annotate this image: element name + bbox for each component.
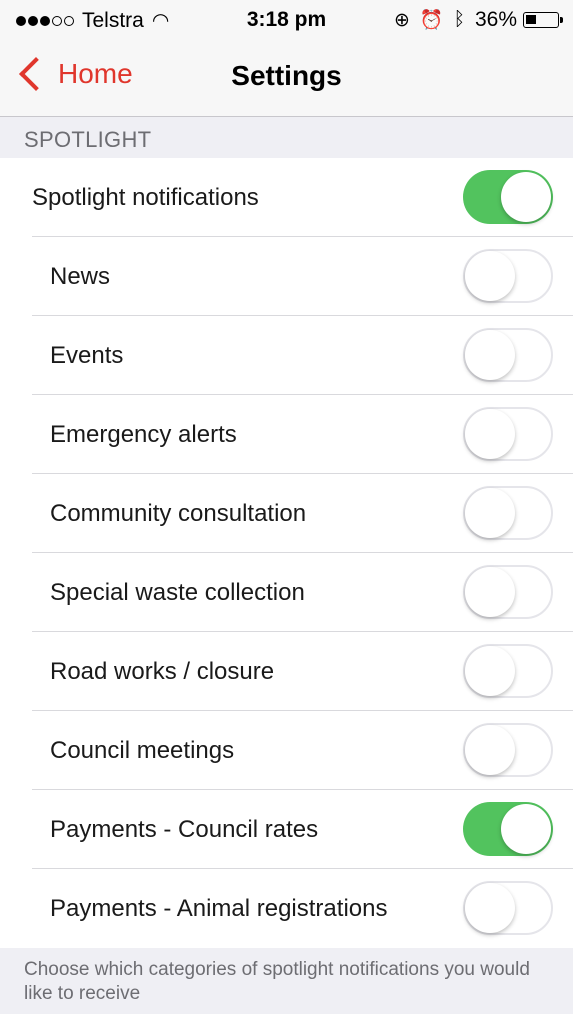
section-header: SPOTLIGHT <box>0 117 573 158</box>
setting-row-council-meetings: Council meetings <box>0 711 573 790</box>
toggle-knob <box>465 251 515 301</box>
battery-icon <box>523 12 563 28</box>
setting-label: Special waste collection <box>50 579 305 606</box>
setting-row-council-rates: Payments - Council rates <box>0 790 573 869</box>
toggle-news[interactable] <box>463 249 553 303</box>
settings-list: Spotlight notifications News Events Emer… <box>0 158 573 948</box>
setting-label: Road works / closure <box>50 658 275 685</box>
toggle-knob <box>465 646 515 696</box>
toggle-community-consultation[interactable] <box>463 486 553 540</box>
toggle-knob <box>465 409 515 459</box>
toggle-knob <box>465 725 515 775</box>
orientation-lock-icon: ⊕ <box>393 9 410 31</box>
setting-row-spotlight-notifications: Spotlight notifications <box>0 158 573 237</box>
toggle-special-waste-collection[interactable] <box>463 565 553 619</box>
toggle-knob <box>501 804 551 854</box>
setting-row-community-consultation: Community consultation <box>0 474 573 553</box>
setting-label: Emergency alerts <box>50 421 237 448</box>
page-title: Settings <box>231 60 342 91</box>
status-bar: Telstra ◠ 3:18 pm ⊕ ⏰ ᛒ 36% <box>0 0 573 40</box>
bluetooth-icon: ᛒ <box>453 9 465 30</box>
setting-label: Payments - Council rates <box>50 816 319 843</box>
toggle-emergency-alerts[interactable] <box>463 407 553 461</box>
setting-row-news: News <box>0 237 573 316</box>
toggle-council-rates[interactable] <box>463 802 553 856</box>
alarm-icon: ⏰ <box>419 10 444 31</box>
section-footer: Choose which categories of spotlight not… <box>0 946 573 1014</box>
toggle-knob <box>465 488 515 538</box>
section-footer-text: Choose which categories of spotlight not… <box>24 959 530 1004</box>
setting-row-animal-registrations: Payments - Animal registrations <box>0 869 573 948</box>
navigation-bar: Home Settings <box>0 40 573 117</box>
setting-label: Events <box>50 342 124 369</box>
battery-percent: 36% <box>474 8 517 31</box>
setting-row-emergency-alerts: Emergency alerts <box>0 395 573 474</box>
toggle-knob <box>501 172 551 222</box>
toggle-road-works[interactable] <box>463 644 553 698</box>
section-header-label: SPOTLIGHT <box>24 127 152 152</box>
setting-label: Spotlight notifications <box>32 184 259 211</box>
setting-label: Council meetings <box>50 737 235 764</box>
toggle-animal-registrations[interactable] <box>463 881 553 935</box>
setting-label: Community consultation <box>50 500 307 527</box>
toggle-knob <box>465 567 515 617</box>
toggle-council-meetings[interactable] <box>463 723 553 777</box>
toggle-knob <box>465 330 515 380</box>
setting-label: News <box>50 263 111 290</box>
toggle-events[interactable] <box>463 328 553 382</box>
status-right: ⊕ ⏰ ᛒ 36% <box>393 8 563 32</box>
toggle-knob <box>465 883 515 933</box>
setting-row-road-works: Road works / closure <box>0 632 573 711</box>
toggle-spotlight-notifications[interactable] <box>463 170 553 224</box>
setting-row-events: Events <box>0 316 573 395</box>
setting-row-special-waste-collection: Special waste collection <box>0 553 573 632</box>
setting-label: Payments - Animal registrations <box>50 895 388 922</box>
